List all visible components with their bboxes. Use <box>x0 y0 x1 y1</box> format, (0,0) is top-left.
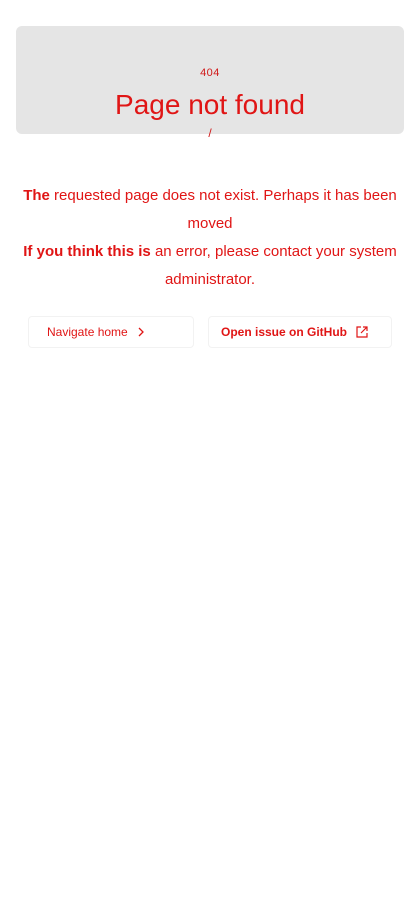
message-line-1-bold: The <box>23 187 50 204</box>
external-link-icon <box>355 325 369 339</box>
navigate-home-button[interactable]: Navigate home <box>28 316 194 348</box>
message-line-2-text: an error, please contact your system adm… <box>150 243 397 288</box>
open-issue-button[interactable]: Open issue on GitHub <box>208 316 392 348</box>
error-message: The requested page does not exist. Perha… <box>20 182 400 294</box>
message-line-2-bold: If you think this is <box>23 243 151 260</box>
message-line-1-text: requested page does not exist. Perhaps i… <box>49 187 397 232</box>
page-title: Page not found <box>115 89 305 120</box>
error-banner: 404 Page not found / <box>16 26 404 140</box>
banner-mark: / <box>208 126 212 140</box>
navigate-home-label: Navigate home <box>47 325 128 339</box>
message-line-2: If you think this is an error, please co… <box>20 238 400 294</box>
not-found-page: 404 Page not found / The requested page … <box>0 0 420 920</box>
open-issue-label: Open issue on GitHub <box>221 325 348 339</box>
chevron-right-icon <box>136 327 146 337</box>
message-line-1: The requested page does not exist. Perha… <box>20 182 400 238</box>
action-buttons: Navigate home Open issue on GitHub <box>28 316 392 348</box>
error-code: 404 <box>200 67 220 79</box>
